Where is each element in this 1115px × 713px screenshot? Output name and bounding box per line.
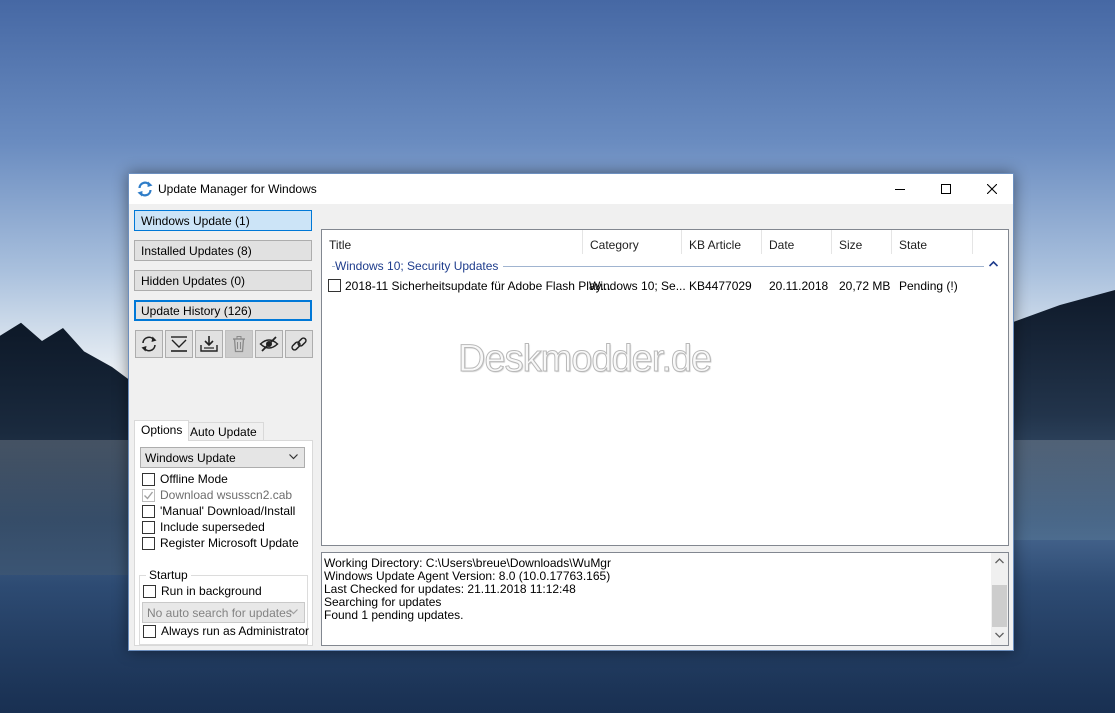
offline-mode-checkbox[interactable] (142, 473, 155, 486)
close-icon (987, 184, 997, 194)
cell-kb-article: KB4477029 (689, 279, 752, 293)
maximize-button[interactable] (923, 174, 969, 204)
options-panel: Windows Update Offline Mode Download wsu… (134, 440, 313, 646)
auto-search-select: No auto search for updates (142, 602, 305, 623)
column-header-size[interactable]: Size (832, 230, 892, 254)
cell-category: Windows 10; Se... (589, 279, 686, 293)
link-icon (291, 337, 307, 351)
download-wsusscn2-label: Download wsusscn2.cab (160, 488, 293, 502)
log-line: Found 1 pending updates. (324, 608, 464, 622)
group-header[interactable]: Windows 10; Security Updates (335, 259, 504, 273)
offline-mode-label: Offline Mode (160, 472, 228, 486)
column-header-title[interactable]: Title (322, 230, 583, 254)
app-window: Update Manager for Windows Windows Updat… (128, 173, 1014, 651)
manual-download-label: 'Manual' Download/Install (160, 504, 296, 518)
chevron-down-icon (289, 609, 298, 615)
run-in-background-label: Run in background (161, 584, 262, 598)
cell-title: 2018-11 Sicherheitsupdate für Adobe Flas… (345, 279, 611, 293)
refresh-icon (141, 336, 157, 352)
cell-date: 20.11.2018 (769, 279, 829, 293)
startup-legend: Startup (146, 568, 191, 582)
log-line: Windows Update Agent Version: 8.0 (10.0.… (324, 569, 611, 583)
chevron-up-icon[interactable] (989, 261, 998, 267)
register-microsoft-update-label: Register Microsoft Update (160, 536, 299, 550)
open-link-button[interactable] (285, 330, 313, 358)
hide-icon (259, 336, 279, 352)
startup-group: Startup Run in background No auto search… (139, 568, 310, 645)
chevron-down-icon (289, 454, 298, 460)
column-header-kb-article[interactable]: KB Article (682, 230, 762, 254)
delete-button[interactable] (225, 330, 253, 358)
column-header-category[interactable]: Category (583, 230, 682, 254)
always-admin-label: Always run as Administrator (161, 624, 310, 638)
log-line: Last Checked for updates: 21.11.2018 11:… (324, 582, 576, 596)
log-scrollbar[interactable] (991, 553, 1008, 645)
install-button[interactable] (195, 330, 223, 358)
update-source-value: Windows Update (145, 451, 236, 465)
include-superseded-checkbox[interactable] (142, 521, 155, 534)
log-line: Searching for updates (324, 595, 442, 609)
row-checkbox[interactable] (328, 279, 341, 292)
window-title: Update Manager for Windows (158, 182, 317, 196)
always-admin-checkbox[interactable] (143, 625, 156, 638)
column-header-state[interactable]: State (892, 230, 973, 254)
update-history-button[interactable]: Update History (126) (134, 300, 312, 321)
sync-icon (136, 180, 154, 198)
install-icon (200, 336, 218, 352)
delete-icon (233, 336, 245, 353)
log-output[interactable]: Working Directory: C:\Users\breue\Downlo… (321, 552, 1009, 646)
tab-auto-update[interactable]: Auto Update (183, 422, 264, 441)
register-microsoft-update-checkbox[interactable] (142, 537, 155, 550)
tab-options[interactable]: Options (134, 420, 190, 441)
cell-size: 20,72 MB (839, 279, 891, 293)
download-wsusscn2-checkbox (142, 489, 155, 502)
hidden-updates-button[interactable]: Hidden Updates (0) (134, 270, 312, 291)
column-header-date[interactable]: Date (762, 230, 832, 254)
scroll-up-icon[interactable] (995, 558, 1004, 564)
title-bar[interactable]: Update Manager for Windows (129, 174, 1013, 204)
cell-state: Pending (!) (899, 279, 958, 293)
run-in-background-checkbox[interactable] (143, 585, 156, 598)
checkmark-icon (144, 491, 154, 500)
minimize-button[interactable] (877, 174, 923, 204)
auto-search-value: No auto search for updates (147, 606, 292, 620)
updates-list[interactable]: Title Category KB Article Date Size Stat… (321, 229, 1009, 546)
manual-download-checkbox[interactable] (142, 505, 155, 518)
installed-updates-button[interactable]: Installed Updates (8) (134, 240, 312, 261)
scroll-down-icon[interactable] (995, 632, 1004, 638)
download-button[interactable] (165, 330, 193, 358)
watermark: Deskmodder.de (457, 338, 712, 381)
hide-update-button[interactable] (255, 330, 283, 358)
windows-update-button[interactable]: Windows Update (1) (134, 210, 312, 231)
minimize-icon (895, 189, 905, 190)
download-icon (171, 336, 187, 352)
scrollbar-thumb[interactable] (992, 585, 1007, 627)
include-superseded-label: Include superseded (160, 520, 265, 534)
search-updates-button[interactable] (135, 330, 163, 358)
update-source-select[interactable]: Windows Update (140, 447, 305, 468)
log-line: Working Directory: C:\Users\breue\Downlo… (324, 556, 611, 570)
close-button[interactable] (969, 174, 1015, 204)
maximize-icon (941, 184, 951, 194)
